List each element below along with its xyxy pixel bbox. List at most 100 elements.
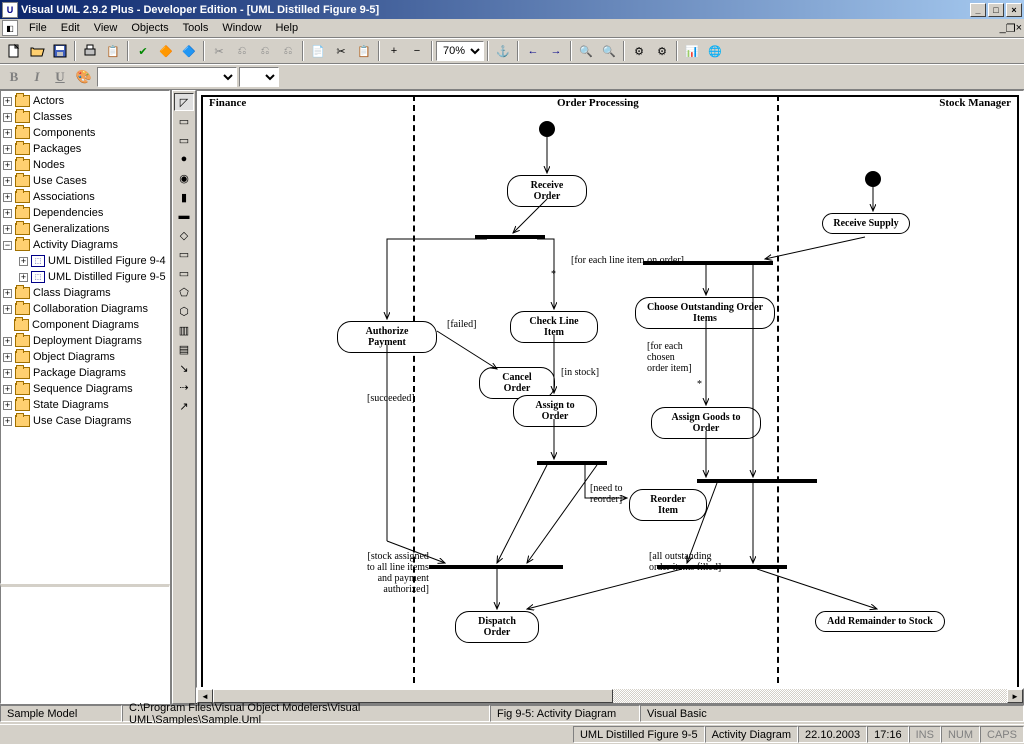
validate-button[interactable]: ✔ xyxy=(132,40,154,62)
tree-item[interactable]: +⬚UML Distilled Figure 9-4 xyxy=(3,253,167,269)
export-button[interactable]: 📋 xyxy=(102,40,124,62)
text-tool[interactable]: ▭ xyxy=(174,131,194,149)
activity-receive-supply[interactable]: Receive Supply xyxy=(822,213,910,234)
tree-item[interactable]: +Nodes xyxy=(3,157,167,173)
flow-tool[interactable]: ↗ xyxy=(174,397,194,415)
tool-b[interactable]: ⎌ xyxy=(231,40,253,62)
scroll-right-button[interactable]: ► xyxy=(1007,689,1023,703)
activity-check-line[interactable]: Check Line Item xyxy=(510,311,598,343)
tree-expander[interactable]: + xyxy=(3,225,12,234)
tree-item[interactable]: −Activity Diagrams xyxy=(3,237,167,253)
generate-button[interactable]: 🔶 xyxy=(155,40,177,62)
tool-a[interactable]: ✂ xyxy=(208,40,230,62)
color-button[interactable]: 🎨 xyxy=(73,66,95,88)
font-combo[interactable] xyxy=(97,67,237,87)
menu-edit[interactable]: Edit xyxy=(54,20,87,36)
decision-tool[interactable]: ◇ xyxy=(174,226,194,244)
options-button[interactable]: ⚙ xyxy=(628,40,650,62)
activity-receive-order[interactable]: Receive Order xyxy=(507,175,587,207)
activity-assign-order[interactable]: Assign to Order xyxy=(513,395,597,427)
options2-button[interactable]: ⚙ xyxy=(651,40,673,62)
paste-button[interactable]: 📋 xyxy=(353,40,375,62)
tree-item[interactable]: +Components xyxy=(3,125,167,141)
join-3[interactable] xyxy=(429,565,563,569)
tree-item[interactable]: +Associations xyxy=(3,189,167,205)
accept-tool[interactable]: ⬡ xyxy=(174,302,194,320)
menu-help[interactable]: Help xyxy=(268,20,305,36)
tree-item[interactable]: +Packages xyxy=(3,141,167,157)
reverse-button[interactable]: 🔷 xyxy=(178,40,200,62)
fontsize-combo[interactable] xyxy=(239,67,279,87)
tree-expander[interactable]: + xyxy=(3,209,12,218)
tree-item[interactable]: +Class Diagrams xyxy=(3,285,167,301)
signal-tool[interactable]: ⬠ xyxy=(174,283,194,301)
tree-expander[interactable]: + xyxy=(3,129,12,138)
tree-expander[interactable]: + xyxy=(3,385,12,394)
activity-authorize[interactable]: Authorize Payment xyxy=(337,321,437,353)
underline-button[interactable]: U xyxy=(49,66,71,88)
tree-expander[interactable]: + xyxy=(3,97,12,106)
italic-button[interactable]: I xyxy=(26,66,48,88)
web-button[interactable]: 🌐 xyxy=(704,40,726,62)
menu-tools[interactable]: Tools xyxy=(176,20,216,36)
tree-item[interactable]: +Dependencies xyxy=(3,205,167,221)
final-tool[interactable]: ◉ xyxy=(174,169,194,187)
tree-expander[interactable]: + xyxy=(3,193,12,202)
join-2[interactable] xyxy=(697,479,817,483)
activity-assign-goods[interactable]: Assign Goods to Order xyxy=(651,407,761,439)
menu-file[interactable]: File xyxy=(22,20,54,36)
activity-tool[interactable]: ▭ xyxy=(174,245,194,263)
swimlane-tool[interactable]: ▥ xyxy=(174,321,194,339)
tree-expander[interactable]: + xyxy=(19,257,28,266)
tree-expander[interactable]: + xyxy=(3,337,12,346)
partition-tool[interactable]: ▤ xyxy=(174,340,194,358)
activity-choose-outstanding[interactable]: Choose Outstanding Order Items xyxy=(635,297,775,329)
tree-item[interactable]: +Classes xyxy=(3,109,167,125)
open-button[interactable] xyxy=(26,40,48,62)
print-button[interactable] xyxy=(79,40,101,62)
tree-item[interactable]: +State Diagrams xyxy=(3,397,167,413)
cut-button[interactable]: ✂ xyxy=(330,40,352,62)
tool-d[interactable]: ⎌ xyxy=(277,40,299,62)
tree-item[interactable]: +Package Diagrams xyxy=(3,365,167,381)
tree-expander[interactable]: + xyxy=(3,401,12,410)
bold-button[interactable]: B xyxy=(3,66,25,88)
initial-node-2[interactable] xyxy=(865,171,881,187)
mdi-restore-button[interactable]: ❐ xyxy=(1006,22,1016,35)
mdi-close-button[interactable]: × xyxy=(1016,22,1022,35)
nav-back-button[interactable]: ← xyxy=(522,40,544,62)
find-button[interactable]: 🔍 xyxy=(575,40,597,62)
initial-node-1[interactable] xyxy=(539,121,555,137)
minus-button[interactable]: − xyxy=(406,40,428,62)
chart-button[interactable]: 📊 xyxy=(681,40,703,62)
vbar-tool[interactable]: ▮ xyxy=(174,188,194,206)
transition-tool[interactable]: ↘ xyxy=(174,359,194,377)
tree-item[interactable]: +Use Cases xyxy=(3,173,167,189)
tree-item[interactable]: +Use Case Diagrams xyxy=(3,413,167,429)
tree-expander[interactable]: + xyxy=(3,177,12,186)
menu-objects[interactable]: Objects xyxy=(124,20,175,36)
activity-reorder[interactable]: Reorder Item xyxy=(629,489,707,521)
initial-tool[interactable]: ● xyxy=(174,150,194,168)
zoom-combo[interactable]: 70% xyxy=(436,41,484,61)
tree-expander[interactable]: + xyxy=(3,369,12,378)
tree-expander[interactable]: + xyxy=(3,305,12,314)
find2-button[interactable]: 🔍 xyxy=(598,40,620,62)
tree-expander[interactable]: + xyxy=(3,161,12,170)
menu-window[interactable]: Window xyxy=(215,20,268,36)
tree-expander[interactable]: + xyxy=(3,289,12,298)
anchor-button[interactable]: ⚓ xyxy=(492,40,514,62)
tree-expander[interactable]: + xyxy=(3,113,12,122)
nav-fwd-button[interactable]: → xyxy=(545,40,567,62)
activity-add-remainder[interactable]: Add Remainder to Stock xyxy=(815,611,945,632)
object-tool[interactable]: ▭ xyxy=(174,264,194,282)
tree-expander[interactable]: + xyxy=(19,273,28,282)
minimize-button[interactable]: _ xyxy=(970,3,986,17)
tree-item[interactable]: +Deployment Diagrams xyxy=(3,333,167,349)
tree-item[interactable]: +Actors xyxy=(3,93,167,109)
note-tool[interactable]: ▭ xyxy=(174,112,194,130)
diagram-canvas[interactable]: Finance Order Processing Stock Manager R… xyxy=(196,90,1024,688)
tree-expander[interactable]: + xyxy=(3,417,12,426)
tree-item[interactable]: +⬚UML Distilled Figure 9-5 xyxy=(3,269,167,285)
save-button[interactable] xyxy=(49,40,71,62)
